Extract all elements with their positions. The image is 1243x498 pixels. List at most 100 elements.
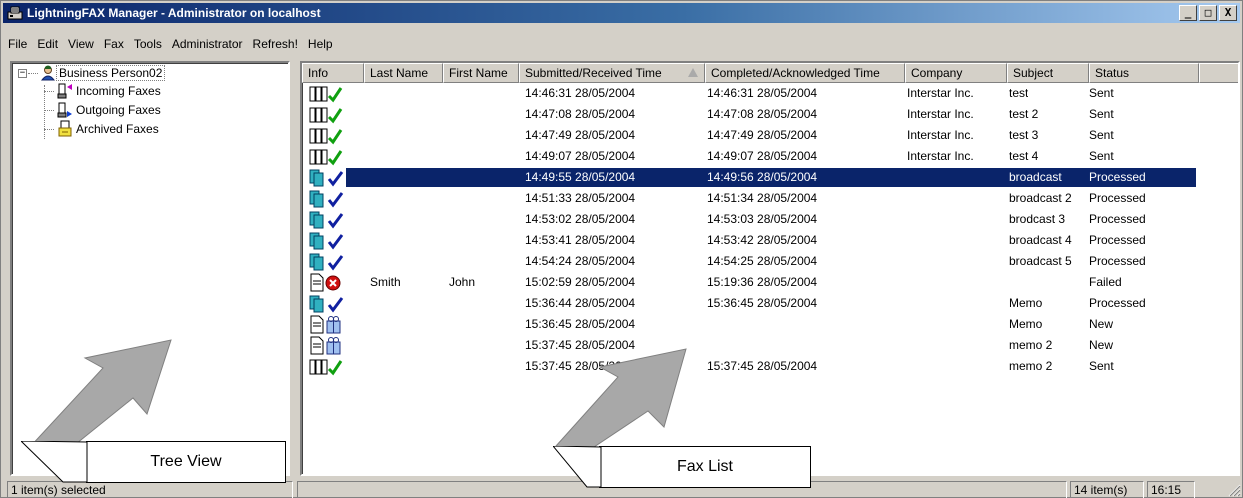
cell-completed: 14:47:08 28/05/2004	[707, 107, 818, 121]
incoming-fax-icon	[57, 83, 72, 99]
menu-file[interactable]: File	[3, 34, 32, 54]
cell-completed: 14:47:49 28/05/2004	[707, 128, 818, 142]
cell-company: Interstar Inc.	[907, 149, 974, 163]
table-row[interactable]: 14:53:02 28/05/2004 14:53:03 28/05/2004 br…	[302, 209, 1238, 230]
tree-collapse-toggle[interactable]: −	[18, 69, 27, 78]
menu-tools[interactable]: Tools	[129, 34, 167, 54]
tree-archived-label: Archived Faxes	[76, 122, 159, 136]
table-row[interactable]: 15:37:45 28/05/2004 15:37:45 28/05/2004 me…	[302, 356, 1238, 377]
table-row[interactable]: 14:47:08 28/05/2004 14:47:08 28/05/2004 In…	[302, 104, 1238, 125]
cell-subject: Memo	[1009, 296, 1043, 310]
sent-fax-icon	[309, 86, 343, 103]
table-row[interactable]: 15:37:45 28/05/2004 memo 2 New	[302, 335, 1238, 356]
title-bar[interactable]: LightningFAX Manager - Administrator on …	[3, 3, 1240, 23]
tree-root-label: Business Person02	[56, 65, 166, 81]
menu-administrator[interactable]: Administrator	[167, 34, 248, 54]
new-fax-icon	[310, 336, 341, 355]
tree-item-incoming[interactable]: Incoming Faxes	[56, 82, 163, 100]
user-icon	[40, 65, 56, 81]
cell-status: New	[1089, 317, 1114, 331]
col-header-subject[interactable]: Subject	[1007, 63, 1089, 83]
tree-item-archived[interactable]: Archived Faxes	[56, 120, 161, 138]
maximize-button[interactable]: □	[1199, 5, 1217, 21]
table-row[interactable]: 14:51:33 28/05/2004 14:51:34 28/05/2004 br…	[302, 188, 1238, 209]
close-button[interactable]: X	[1219, 5, 1237, 21]
cell-subject: memo 2	[1009, 338, 1053, 352]
cell-subject: Memo	[1009, 317, 1043, 331]
resize-grip-icon[interactable]	[1227, 483, 1241, 497]
cell-status: Sent	[1089, 107, 1114, 121]
col-header-first-name[interactable]: First Name	[443, 63, 519, 83]
tree-item-outgoing[interactable]: Outgoing Faxes	[56, 101, 163, 119]
new-fax-icon	[310, 315, 341, 334]
col-header-completed[interactable]: Completed/Acknowledged Time	[705, 63, 905, 83]
cell-completed: 14:46:31 28/05/2004	[707, 86, 818, 100]
menu-fax[interactable]: Fax	[99, 34, 129, 54]
broadcast-fax-icon	[309, 211, 344, 229]
col-header-submitted[interactable]: Submitted/Received Time	[519, 63, 705, 83]
cell-submitted: 14:49:55 28/05/2004	[525, 170, 636, 184]
fax-list-callout-arrow	[555, 348, 687, 451]
cell-subject: broadcast 5	[1009, 254, 1072, 268]
table-row[interactable]: 14:49:55 28/05/2004 14:49:56 28/05/2004 br…	[302, 167, 1238, 188]
list-header: Info Last Name First Name Submitted/Rece…	[302, 63, 1238, 83]
table-row[interactable]: 15:36:44 28/05/2004 15:36:45 28/05/2004 Me…	[302, 293, 1238, 314]
table-row[interactable]: 14:54:24 28/05/2004 14:54:25 28/05/2004 br…	[302, 251, 1238, 272]
cell-status: Processed	[1089, 212, 1146, 226]
cell-status: Failed	[1089, 275, 1122, 289]
cell-subject: memo 2	[1009, 359, 1053, 373]
cell-completed: 14:54:25 28/05/2004	[707, 254, 818, 268]
minimize-button[interactable]: _	[1179, 5, 1197, 21]
table-row[interactable]: 14:53:41 28/05/2004 14:53:42 28/05/2004 br…	[302, 230, 1238, 251]
cell-subject: brodcast 3	[1009, 212, 1066, 226]
app-window: LightningFAX Manager - Administrator on …	[0, 0, 1243, 498]
col-header-last-name[interactable]: Last Name	[364, 63, 443, 83]
sent-fax-icon	[309, 359, 343, 376]
cell-submitted: 14:53:41 28/05/2004	[525, 233, 636, 247]
tree-item-root[interactable]: Business Person02	[40, 64, 166, 82]
status-item-count: 14 item(s)	[1070, 481, 1144, 498]
col-header-info[interactable]: Info	[302, 63, 364, 83]
sort-ascending-icon	[688, 68, 698, 77]
cell-status: Processed	[1089, 191, 1146, 205]
fax-list-callout-pointer	[553, 446, 602, 488]
cell-subject: broadcast 4	[1009, 233, 1072, 247]
col-header-submitted-label: Submitted/Received Time	[525, 66, 662, 80]
table-row[interactable]: 14:49:07 28/05/2004 14:49:07 28/05/2004 In…	[302, 146, 1238, 167]
menu-view[interactable]: View	[63, 34, 99, 54]
fax-list[interactable]: Info Last Name First Name Submitted/Rece…	[300, 61, 1240, 476]
tree-view-callout-arrow	[28, 339, 172, 456]
cell-submitted: 14:49:07 28/05/2004	[525, 149, 636, 163]
table-row[interactable]: Smith John 15:02:59 28/05/2004 15:19:36 28/…	[302, 272, 1238, 293]
cell-status: Processed	[1089, 254, 1146, 268]
window-title: LightningFAX Manager - Administrator on …	[27, 6, 321, 20]
tree-incoming-label: Incoming Faxes	[76, 84, 161, 98]
col-header-status[interactable]: Status	[1089, 63, 1199, 83]
cell-submitted: 14:54:24 28/05/2004	[525, 254, 636, 268]
cell-subject: broadcast	[1009, 170, 1062, 184]
menu-help[interactable]: Help	[303, 34, 338, 54]
table-row[interactable]: 14:47:49 28/05/2004 14:47:49 28/05/2004 In…	[302, 125, 1238, 146]
tree-view-callout-label: Tree View	[86, 441, 286, 483]
cell-status: Processed	[1089, 170, 1146, 184]
cell-submitted: 14:47:08 28/05/2004	[525, 107, 636, 121]
col-header-company[interactable]: Company	[905, 63, 1007, 83]
outgoing-fax-icon	[57, 102, 72, 118]
cell-company: Interstar Inc.	[907, 107, 974, 121]
menu-edit[interactable]: Edit	[32, 34, 63, 54]
cell-status: Sent	[1089, 359, 1114, 373]
fax-machine-icon	[7, 6, 23, 20]
table-row[interactable]: 14:46:31 28/05/2004 14:46:31 28/05/2004 In…	[302, 83, 1238, 104]
cell-completed: 14:49:07 28/05/2004	[707, 149, 818, 163]
table-row[interactable]: 15:36:45 28/05/2004 Memo New	[302, 314, 1238, 335]
cell-subject: test	[1009, 86, 1029, 100]
cell-status: Processed	[1089, 296, 1146, 310]
status-time: 16:15	[1147, 481, 1195, 498]
status-selection: 1 item(s) selected	[7, 481, 293, 498]
tree-view-callout-pointer	[21, 441, 88, 483]
cell-submitted: 15:02:59 28/05/2004	[525, 275, 636, 289]
cell-company: Interstar Inc.	[907, 86, 974, 100]
menu-bar: File Edit View Fax Tools Administrator R…	[3, 34, 338, 54]
failed-fax-icon	[310, 273, 341, 292]
menu-refresh[interactable]: Refresh!	[248, 34, 303, 54]
